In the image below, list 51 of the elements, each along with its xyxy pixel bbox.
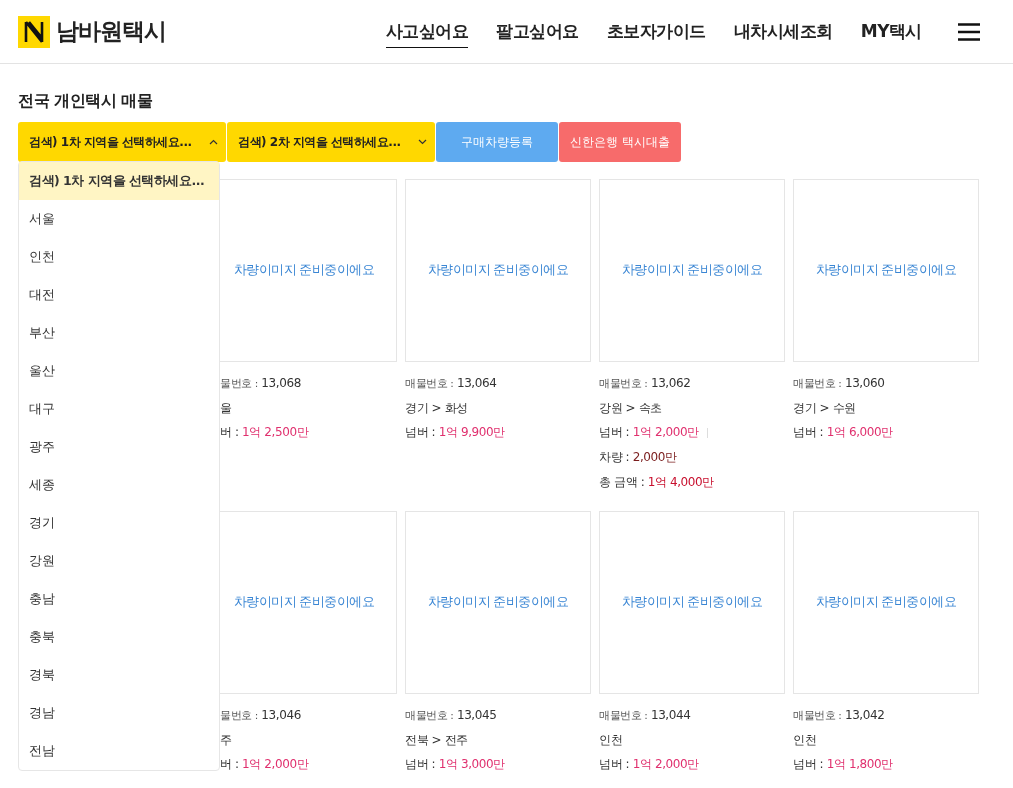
image-placeholder[interactable]: 차량이미지 준비중이에요 [405, 511, 591, 694]
image-placeholder[interactable]: 차량이미지 준비중이에요 [599, 511, 785, 694]
listing-number: 매물번호 : 13,060 [793, 376, 886, 392]
listing-location: 강원 > 속초 [599, 400, 663, 417]
nav-link[interactable]: MY택시 [860, 15, 922, 48]
dropdown-option[interactable]: 세종 [19, 466, 219, 504]
listing-number: 매물번호 : 13,064 [405, 376, 498, 392]
price-text: 차량 : 2,000만 [599, 449, 677, 466]
image-placeholder[interactable]: 차량이미지 준비중이에요 [405, 179, 591, 362]
listing-location: 경기 > 수원 [793, 400, 857, 417]
caret-icon [209, 139, 218, 145]
dropdown-option[interactable]: 대구 [19, 390, 219, 428]
region-select[interactable]: 검색) 1차 지역을 선택하세요... [18, 122, 226, 162]
listing-location: 인천 [793, 732, 818, 749]
price-text: 넘버 : 1억 2,000만 [599, 756, 699, 773]
listing-number: 매물번호 : 13,044 [599, 708, 692, 724]
listing-number: 물번호 : 13,046 [220, 708, 302, 724]
listing-location: 전북 > 전주 [405, 732, 469, 749]
listing-location: 주 [220, 732, 233, 749]
price-text: 넘버 : 1억 2,000만 [599, 424, 699, 441]
price-text: 넘버 : 1억 9,900만 [405, 424, 505, 441]
logo-icon [18, 15, 50, 48]
listing-location: 경기 > 화성 [405, 400, 469, 417]
nav-link[interactable]: 팔고싶어요 [496, 15, 579, 48]
logo-text[interactable]: 남바원택시 [56, 16, 166, 47]
menu-icon[interactable] [958, 22, 980, 41]
dropdown-option[interactable]: 전남 [19, 732, 219, 770]
listing-number: 매물번호 : 13,062 [599, 376, 692, 392]
price-text: 넘버 : 1억 3,000만 [405, 756, 505, 773]
image-placeholder[interactable]: 차량이미지 준비중이에요 [793, 179, 979, 362]
price-text: 총 금액 : 1억 4,000만 [599, 474, 715, 491]
listing-number: 매물번호 : 13,042 [793, 708, 886, 724]
listing-location: 인천 [599, 732, 624, 749]
image-placeholder[interactable]: 차량이미지 준비중이에요 [793, 511, 979, 694]
price-text: 넘버 : 1억 6,000만 [793, 424, 893, 441]
price-text: 넘버 : 1억 1,800만 [793, 756, 893, 773]
nav-link[interactable]: 사고싶어요 [385, 15, 469, 48]
price-text: 버 : 1억 2,500만 [220, 424, 309, 441]
image-placeholder[interactable]: 차량이미지 준비중이에요 [599, 179, 785, 362]
dropdown-option[interactable]: 검색) 1차 지역을 선택하세요... [19, 162, 219, 200]
nav-link[interactable]: 내차시세조회 [733, 15, 833, 48]
listing-location: 울 [220, 400, 233, 417]
caret-icon [418, 139, 427, 145]
price-text: 버 : 1억 2,000만 [220, 756, 309, 773]
nav-link[interactable]: 초보자가이드 [606, 15, 706, 48]
region-select[interactable]: 검색) 2차 지역을 선택하세요... [227, 122, 435, 162]
listing-number: 매물번호 : 13,045 [405, 708, 498, 724]
page-title: 전국 개인택시 매물 [18, 91, 154, 112]
dropdown-option[interactable]: 광주 [19, 428, 219, 466]
listing-number: 물번호 : 13,068 [220, 376, 302, 392]
dropdown-option[interactable]: 경남 [19, 694, 219, 732]
